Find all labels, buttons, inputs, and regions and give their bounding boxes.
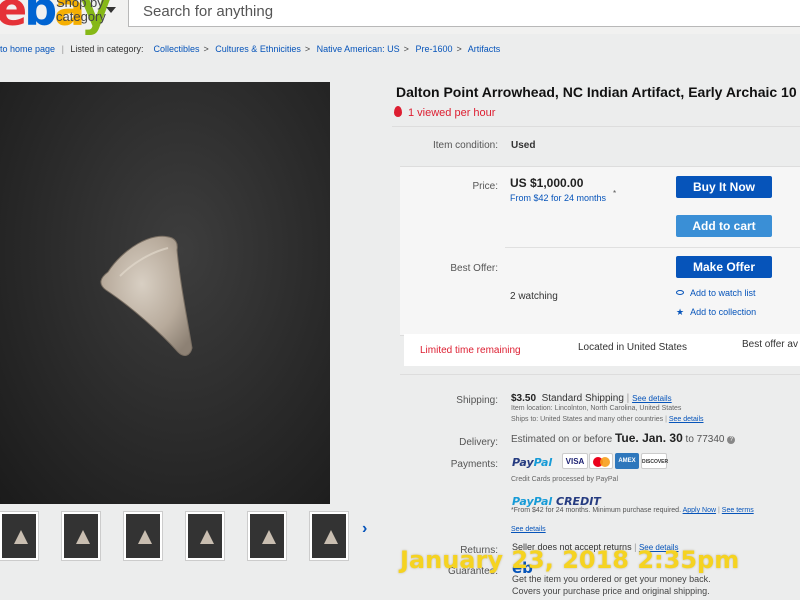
delivery-label: Delivery: <box>459 437 498 448</box>
financing-footnote-mark: * <box>613 189 617 198</box>
condition-value: Used <box>511 140 536 151</box>
buy-it-now-button[interactable]: Buy It Now <box>676 176 772 198</box>
shipping-details-link[interactable]: See details <box>632 394 672 403</box>
chevron-right-icon[interactable]: › <box>362 520 367 538</box>
guarantee-line-1: Get the item you ordered or get your mon… <box>512 574 711 584</box>
divider <box>505 247 800 248</box>
header: ebay Shop by category Search for anythin… <box>0 0 800 34</box>
breadcrumb-artifacts[interactable]: Artifacts <box>468 44 501 54</box>
condition-label: Item condition: <box>432 140 498 151</box>
category-label: category <box>56 9 106 24</box>
apply-now-link[interactable]: Apply Now <box>683 507 716 514</box>
flame-icon <box>394 106 402 117</box>
item-location-summary: Located in United States <box>578 342 687 353</box>
divider <box>392 126 800 127</box>
breadcrumb-pre-1600[interactable]: Pre-1600 <box>415 44 452 54</box>
add-to-cart-button[interactable]: Add to cart <box>676 215 772 237</box>
watching-count: 2 watching <box>510 291 558 302</box>
collection-label: Add to collection <box>690 307 757 317</box>
add-to-watch-list-link[interactable]: Add to watch list <box>676 288 756 298</box>
visa-icon: VISA <box>562 453 588 469</box>
guarantee-line-2: Covers your purchase price and original … <box>512 586 710 596</box>
shipping-cost: $3.50 <box>511 393 537 404</box>
info-icon[interactable]: ? <box>727 436 736 444</box>
breadcrumb-native-american[interactable]: Native American: US <box>317 44 400 54</box>
discover-icon: DISCOVER <box>641 453 668 469</box>
ships-to-details-link[interactable]: See details <box>669 416 704 423</box>
shipping-method: Standard Shipping <box>541 393 624 404</box>
mastercard-icon: MC <box>589 453 613 469</box>
back-to-home-link[interactable]: to home page <box>0 44 55 54</box>
limited-time-text: Limited time remaining <box>420 345 521 356</box>
see-terms-link[interactable]: See terms <box>722 507 754 514</box>
add-to-collection-link[interactable]: ★ Add to collection <box>676 307 756 318</box>
payments-details: See details <box>511 526 546 533</box>
eye-icon <box>676 290 684 295</box>
thumbnail-3[interactable] <box>124 512 162 560</box>
payments-label: Payments: <box>450 459 498 470</box>
listed-in-label: Listed in category: <box>70 44 144 54</box>
best-offer-available-text: Best offer av <box>742 339 798 350</box>
item-location: Item location: Lincolnton, North Carolin… <box>511 405 682 412</box>
financing-link[interactable]: From $42 for 24 months <box>510 193 606 203</box>
thumbnail-strip <box>0 512 380 572</box>
thumbnail-2[interactable] <box>62 512 100 560</box>
views-text: 1 viewed per hour <box>408 107 496 119</box>
best-offer-label: Best Offer: <box>450 263 498 274</box>
breadcrumb-cultures[interactable]: Cultures & Ethnicities <box>215 44 301 54</box>
thumbnail-6[interactable] <box>310 512 348 560</box>
views-indicator: 1 viewed per hour <box>394 106 495 119</box>
price-value: US $1,000.00 <box>510 176 584 190</box>
watch-list-label: Add to watch list <box>690 288 756 298</box>
thumbnail-1[interactable] <box>0 512 38 560</box>
delivery-estimate: Estimated on or before Tue. Jan. 30 to 7… <box>511 431 736 445</box>
shipping-label: Shipping: <box>456 395 498 406</box>
thumbnail-4[interactable] <box>186 512 224 560</box>
breadcrumb-collectibles[interactable]: Collectibles <box>153 44 199 54</box>
arrowhead-photo <box>100 235 193 356</box>
delivery-date: Tue. Jan. 30 <box>614 431 683 445</box>
credit-terms: *From $42 for 24 months. Minimum purchas… <box>511 507 754 514</box>
search-input[interactable]: Search for anything <box>128 0 800 27</box>
thumbnail-5[interactable] <box>248 512 286 560</box>
ships-to: Ships to: United States and many other c… <box>511 416 704 423</box>
star-icon: ★ <box>676 307 685 317</box>
breadcrumb: to home page | Listed in category: Colle… <box>0 44 501 54</box>
price-label: Price: <box>472 181 498 192</box>
amex-icon: AMEX <box>615 453 639 469</box>
main-product-image[interactable] <box>0 82 330 504</box>
make-offer-button[interactable]: Make Offer <box>676 256 772 278</box>
search-placeholder: Search for anything <box>143 3 274 20</box>
card-processing-note: Credit Cards processed by PayPal <box>511 476 618 483</box>
shipping-summary: $3.50 Standard Shipping | See details <box>511 393 672 404</box>
item-title: Dalton Point Arrowhead, NC Indian Artifa… <box>396 84 797 100</box>
photo-timestamp: January 23, 2018 2:35pm <box>400 546 740 574</box>
payments-details-link[interactable]: See details <box>511 526 546 533</box>
chevron-down-icon[interactable] <box>106 7 116 13</box>
shop-by-category-button[interactable]: Shop by category <box>56 0 106 24</box>
divider <box>400 374 800 375</box>
paypal-logo: PayPal <box>512 456 553 469</box>
